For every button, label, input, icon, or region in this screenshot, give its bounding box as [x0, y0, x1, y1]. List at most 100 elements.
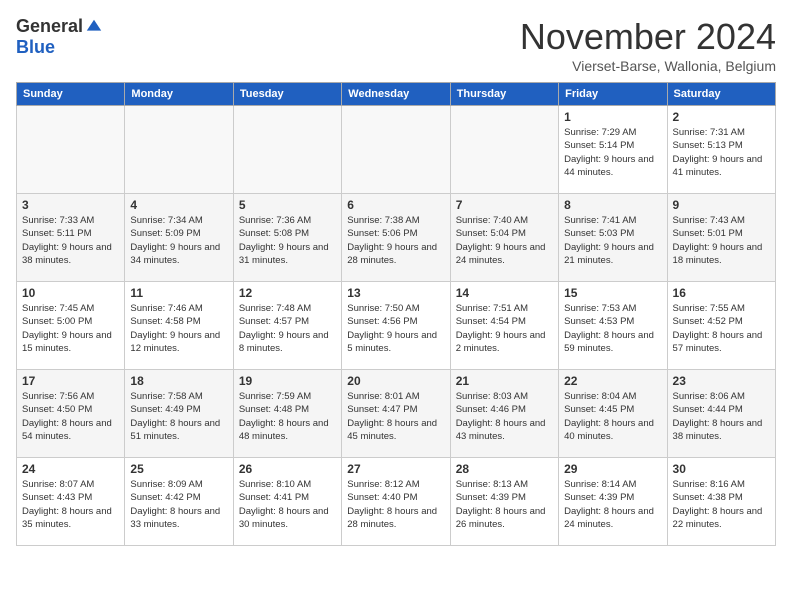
calendar-cell	[450, 106, 558, 194]
day-info: Sunrise: 8:09 AMSunset: 4:42 PMDaylight:…	[130, 478, 227, 531]
calendar-cell: 17Sunrise: 7:56 AMSunset: 4:50 PMDayligh…	[17, 370, 125, 458]
day-number: 12	[239, 286, 336, 300]
day-info: Sunrise: 7:29 AMSunset: 5:14 PMDaylight:…	[564, 126, 661, 179]
day-info: Sunrise: 8:07 AMSunset: 4:43 PMDaylight:…	[22, 478, 119, 531]
col-header-thursday: Thursday	[450, 83, 558, 106]
day-info: Sunrise: 7:33 AMSunset: 5:11 PMDaylight:…	[22, 214, 119, 267]
day-number: 9	[673, 198, 770, 212]
calendar-cell: 28Sunrise: 8:13 AMSunset: 4:39 PMDayligh…	[450, 458, 558, 546]
calendar-cell: 10 Sunrise: 7:45 AMSunset: 5:00 PMDayligh…	[17, 282, 125, 370]
calendar-cell: 30 Sunrise: 8:16 AMSunset: 4:38 PMDayligh…	[667, 458, 775, 546]
day-info: Sunrise: 8:14 AMSunset: 4:39 PMDaylight:…	[564, 478, 661, 531]
calendar-cell: 15 Sunrise: 7:53 AMSunset: 4:53 PMDayligh…	[559, 282, 667, 370]
day-number: 21	[456, 374, 553, 388]
calendar-week-row: 17Sunrise: 7:56 AMSunset: 4:50 PMDayligh…	[17, 370, 776, 458]
day-number: 16	[673, 286, 770, 300]
day-info: Sunrise: 8:01 AMSunset: 4:47 PMDaylight:…	[347, 390, 444, 443]
day-number: 8	[564, 198, 661, 212]
col-header-monday: Monday	[125, 83, 233, 106]
day-info: Sunrise: 7:38 AMSunset: 5:06 PMDaylight:…	[347, 214, 444, 267]
calendar-cell	[125, 106, 233, 194]
day-number: 11	[130, 286, 227, 300]
calendar-week-row: 24 Sunrise: 8:07 AMSunset: 4:43 PMDayligh…	[17, 458, 776, 546]
day-info: Sunrise: 8:04 AMSunset: 4:45 PMDaylight:…	[564, 390, 661, 443]
day-info: Sunrise: 7:46 AMSunset: 4:58 PMDaylight:…	[130, 302, 227, 355]
day-number: 4	[130, 198, 227, 212]
calendar-cell	[233, 106, 341, 194]
day-number: 14	[456, 286, 553, 300]
calendar-cell: 4Sunrise: 7:34 AMSunset: 5:09 PMDaylight…	[125, 194, 233, 282]
calendar-cell: 25 Sunrise: 8:09 AMSunset: 4:42 PMDayligh…	[125, 458, 233, 546]
day-info: Sunrise: 7:50 AMSunset: 4:56 PMDaylight:…	[347, 302, 444, 355]
calendar-cell: 12Sunrise: 7:48 AMSunset: 4:57 PMDayligh…	[233, 282, 341, 370]
logo: General Blue	[16, 16, 103, 58]
calendar-cell: 14 Sunrise: 7:51 AMSunset: 4:54 PMDayligh…	[450, 282, 558, 370]
logo-icon	[85, 18, 103, 36]
calendar-week-row: 3 Sunrise: 7:33 AMSunset: 5:11 PMDaylight…	[17, 194, 776, 282]
day-number: 15	[564, 286, 661, 300]
day-info: Sunrise: 7:43 AMSunset: 5:01 PMDaylight:…	[673, 214, 770, 267]
calendar-cell: 7 Sunrise: 7:40 AMSunset: 5:04 PMDaylight…	[450, 194, 558, 282]
day-number: 19	[239, 374, 336, 388]
calendar-cell: 2 Sunrise: 7:31 AMSunset: 5:13 PMDaylight…	[667, 106, 775, 194]
day-number: 10	[22, 286, 119, 300]
col-header-friday: Friday	[559, 83, 667, 106]
col-header-tuesday: Tuesday	[233, 83, 341, 106]
calendar-header-row: SundayMondayTuesdayWednesdayThursdayFrid…	[17, 83, 776, 106]
day-info: Sunrise: 7:58 AMSunset: 4:49 PMDaylight:…	[130, 390, 227, 443]
calendar-cell: 3 Sunrise: 7:33 AMSunset: 5:11 PMDaylight…	[17, 194, 125, 282]
calendar-cell: 20 Sunrise: 8:01 AMSunset: 4:47 PMDayligh…	[342, 370, 450, 458]
day-number: 13	[347, 286, 444, 300]
day-number: 20	[347, 374, 444, 388]
title-area: November 2024 Vierset-Barse, Wallonia, B…	[520, 16, 776, 74]
calendar-cell: 23 Sunrise: 8:06 AMSunset: 4:44 PMDayligh…	[667, 370, 775, 458]
calendar-cell: 21 Sunrise: 8:03 AMSunset: 4:46 PMDayligh…	[450, 370, 558, 458]
calendar-cell: 13 Sunrise: 7:50 AMSunset: 4:56 PMDayligh…	[342, 282, 450, 370]
day-info: Sunrise: 7:53 AMSunset: 4:53 PMDaylight:…	[564, 302, 661, 355]
calendar-cell: 8 Sunrise: 7:41 AMSunset: 5:03 PMDaylight…	[559, 194, 667, 282]
day-info: Sunrise: 8:12 AMSunset: 4:40 PMDaylight:…	[347, 478, 444, 531]
day-number: 29	[564, 462, 661, 476]
day-info: Sunrise: 7:31 AMSunset: 5:13 PMDaylight:…	[673, 126, 770, 179]
day-number: 7	[456, 198, 553, 212]
calendar-table: SundayMondayTuesdayWednesdayThursdayFrid…	[16, 82, 776, 546]
calendar-cell: 29 Sunrise: 8:14 AMSunset: 4:39 PMDayligh…	[559, 458, 667, 546]
calendar-cell: 26Sunrise: 8:10 AMSunset: 4:41 PMDayligh…	[233, 458, 341, 546]
page-header: General Blue November 2024 Vierset-Barse…	[16, 16, 776, 74]
day-info: Sunrise: 7:41 AMSunset: 5:03 PMDaylight:…	[564, 214, 661, 267]
calendar-week-row: 10 Sunrise: 7:45 AMSunset: 5:00 PMDayligh…	[17, 282, 776, 370]
day-number: 18	[130, 374, 227, 388]
col-header-wednesday: Wednesday	[342, 83, 450, 106]
day-info: Sunrise: 7:36 AMSunset: 5:08 PMDaylight:…	[239, 214, 336, 267]
day-number: 5	[239, 198, 336, 212]
month-title: November 2024	[520, 16, 776, 58]
day-number: 1	[564, 110, 661, 124]
day-info: Sunrise: 8:03 AMSunset: 4:46 PMDaylight:…	[456, 390, 553, 443]
day-number: 23	[673, 374, 770, 388]
day-info: Sunrise: 7:59 AMSunset: 4:48 PMDaylight:…	[239, 390, 336, 443]
day-info: Sunrise: 7:40 AMSunset: 5:04 PMDaylight:…	[456, 214, 553, 267]
calendar-week-row: 1 Sunrise: 7:29 AMSunset: 5:14 PMDaylight…	[17, 106, 776, 194]
day-number: 22	[564, 374, 661, 388]
day-number: 2	[673, 110, 770, 124]
day-number: 30	[673, 462, 770, 476]
day-info: Sunrise: 8:06 AMSunset: 4:44 PMDaylight:…	[673, 390, 770, 443]
day-info: Sunrise: 7:45 AMSunset: 5:00 PMDaylight:…	[22, 302, 119, 355]
day-number: 25	[130, 462, 227, 476]
day-info: Sunrise: 8:16 AMSunset: 4:38 PMDaylight:…	[673, 478, 770, 531]
col-header-saturday: Saturday	[667, 83, 775, 106]
calendar-cell: 9 Sunrise: 7:43 AMSunset: 5:01 PMDaylight…	[667, 194, 775, 282]
calendar-cell: 19 Sunrise: 7:59 AMSunset: 4:48 PMDayligh…	[233, 370, 341, 458]
logo-general-text: General	[16, 16, 83, 37]
calendar-cell: 1 Sunrise: 7:29 AMSunset: 5:14 PMDaylight…	[559, 106, 667, 194]
day-number: 3	[22, 198, 119, 212]
day-number: 27	[347, 462, 444, 476]
day-info: Sunrise: 7:51 AMSunset: 4:54 PMDaylight:…	[456, 302, 553, 355]
calendar-cell: 18 Sunrise: 7:58 AMSunset: 4:49 PMDayligh…	[125, 370, 233, 458]
calendar-cell	[342, 106, 450, 194]
day-number: 6	[347, 198, 444, 212]
calendar-cell: 11 Sunrise: 7:46 AMSunset: 4:58 PMDayligh…	[125, 282, 233, 370]
day-number: 24	[22, 462, 119, 476]
calendar-cell: 22 Sunrise: 8:04 AMSunset: 4:45 PMDayligh…	[559, 370, 667, 458]
col-header-sunday: Sunday	[17, 83, 125, 106]
